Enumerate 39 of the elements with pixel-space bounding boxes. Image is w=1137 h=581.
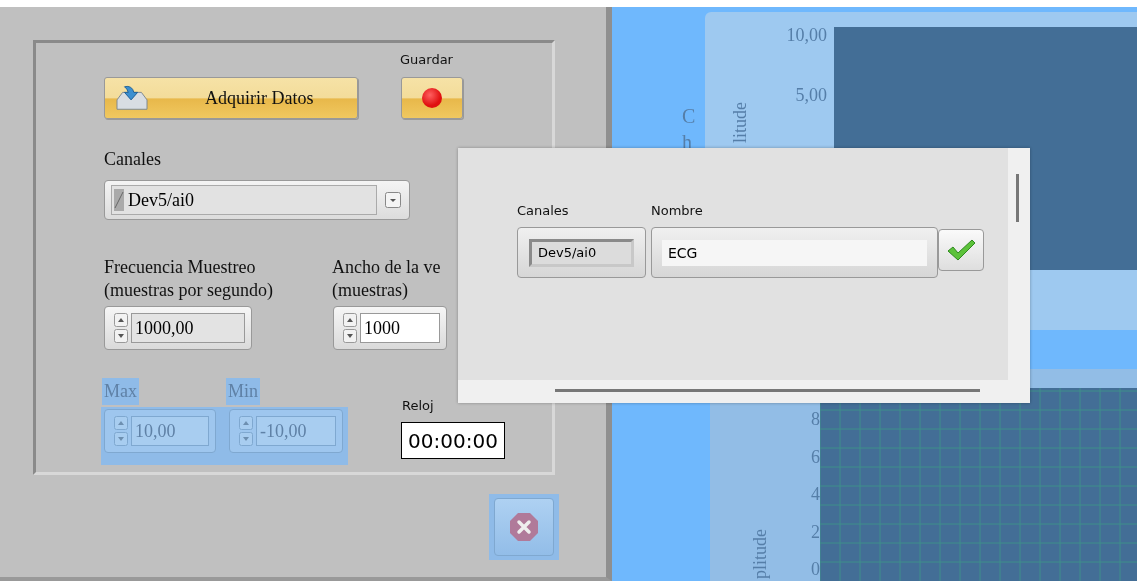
confirm-button[interactable] <box>938 229 984 271</box>
y-tick-label: 8 <box>810 408 820 430</box>
scrollbar-thumb[interactable] <box>555 389 980 392</box>
window-width-label: Ancho de la ve (muestras) <box>332 256 441 302</box>
channels-label: Canales <box>104 148 161 171</box>
y-tick-label: 4 <box>810 483 820 505</box>
sample-rate-field[interactable]: 1000,00 <box>104 306 252 350</box>
clock-display: 00:00:00 <box>401 422 505 459</box>
side-label: C <box>682 105 696 128</box>
channel-selector[interactable]: Dev5/ai0 <box>104 180 410 220</box>
y-tick-label: 0 <box>810 558 820 580</box>
save-button[interactable] <box>401 77 463 119</box>
close-icon <box>509 512 539 542</box>
name-field[interactable]: ECG <box>651 227 938 278</box>
column-header: Canales <box>517 203 569 218</box>
min-label: Min <box>226 378 260 405</box>
column-header: Nombre <box>651 203 703 218</box>
io-icon <box>114 189 124 211</box>
spinner-icon <box>114 313 128 343</box>
acquire-data-button[interactable]: Adquirir Datos <box>104 77 358 119</box>
save-label: Guardar <box>400 52 453 67</box>
clock-label: Reloj <box>402 398 434 413</box>
sample-rate-label: Frecuencia Muestreo (muestras por segundo) <box>104 256 273 302</box>
axis-label: plitude <box>750 529 771 579</box>
max-label: Max <box>102 378 139 405</box>
axis-label: litude <box>730 102 751 143</box>
y-tick-label: 10,00 <box>785 24 827 46</box>
dropdown-icon <box>385 192 401 208</box>
checkmark-icon <box>946 238 976 262</box>
y-tick-label: 6 <box>810 445 820 468</box>
download-tray-icon <box>113 83 151 113</box>
spinner-icon <box>114 416 128 446</box>
spinner-icon <box>343 313 357 343</box>
spinner-icon <box>239 416 253 446</box>
channel-indicator: Dev5/ai0 <box>517 227 646 278</box>
scrollbar-thumb[interactable] <box>1016 174 1019 222</box>
y-tick-label: 2 <box>810 520 820 543</box>
y-tick-label: 5,00 <box>794 84 827 106</box>
window-width-field[interactable]: 1000 <box>333 306 447 350</box>
